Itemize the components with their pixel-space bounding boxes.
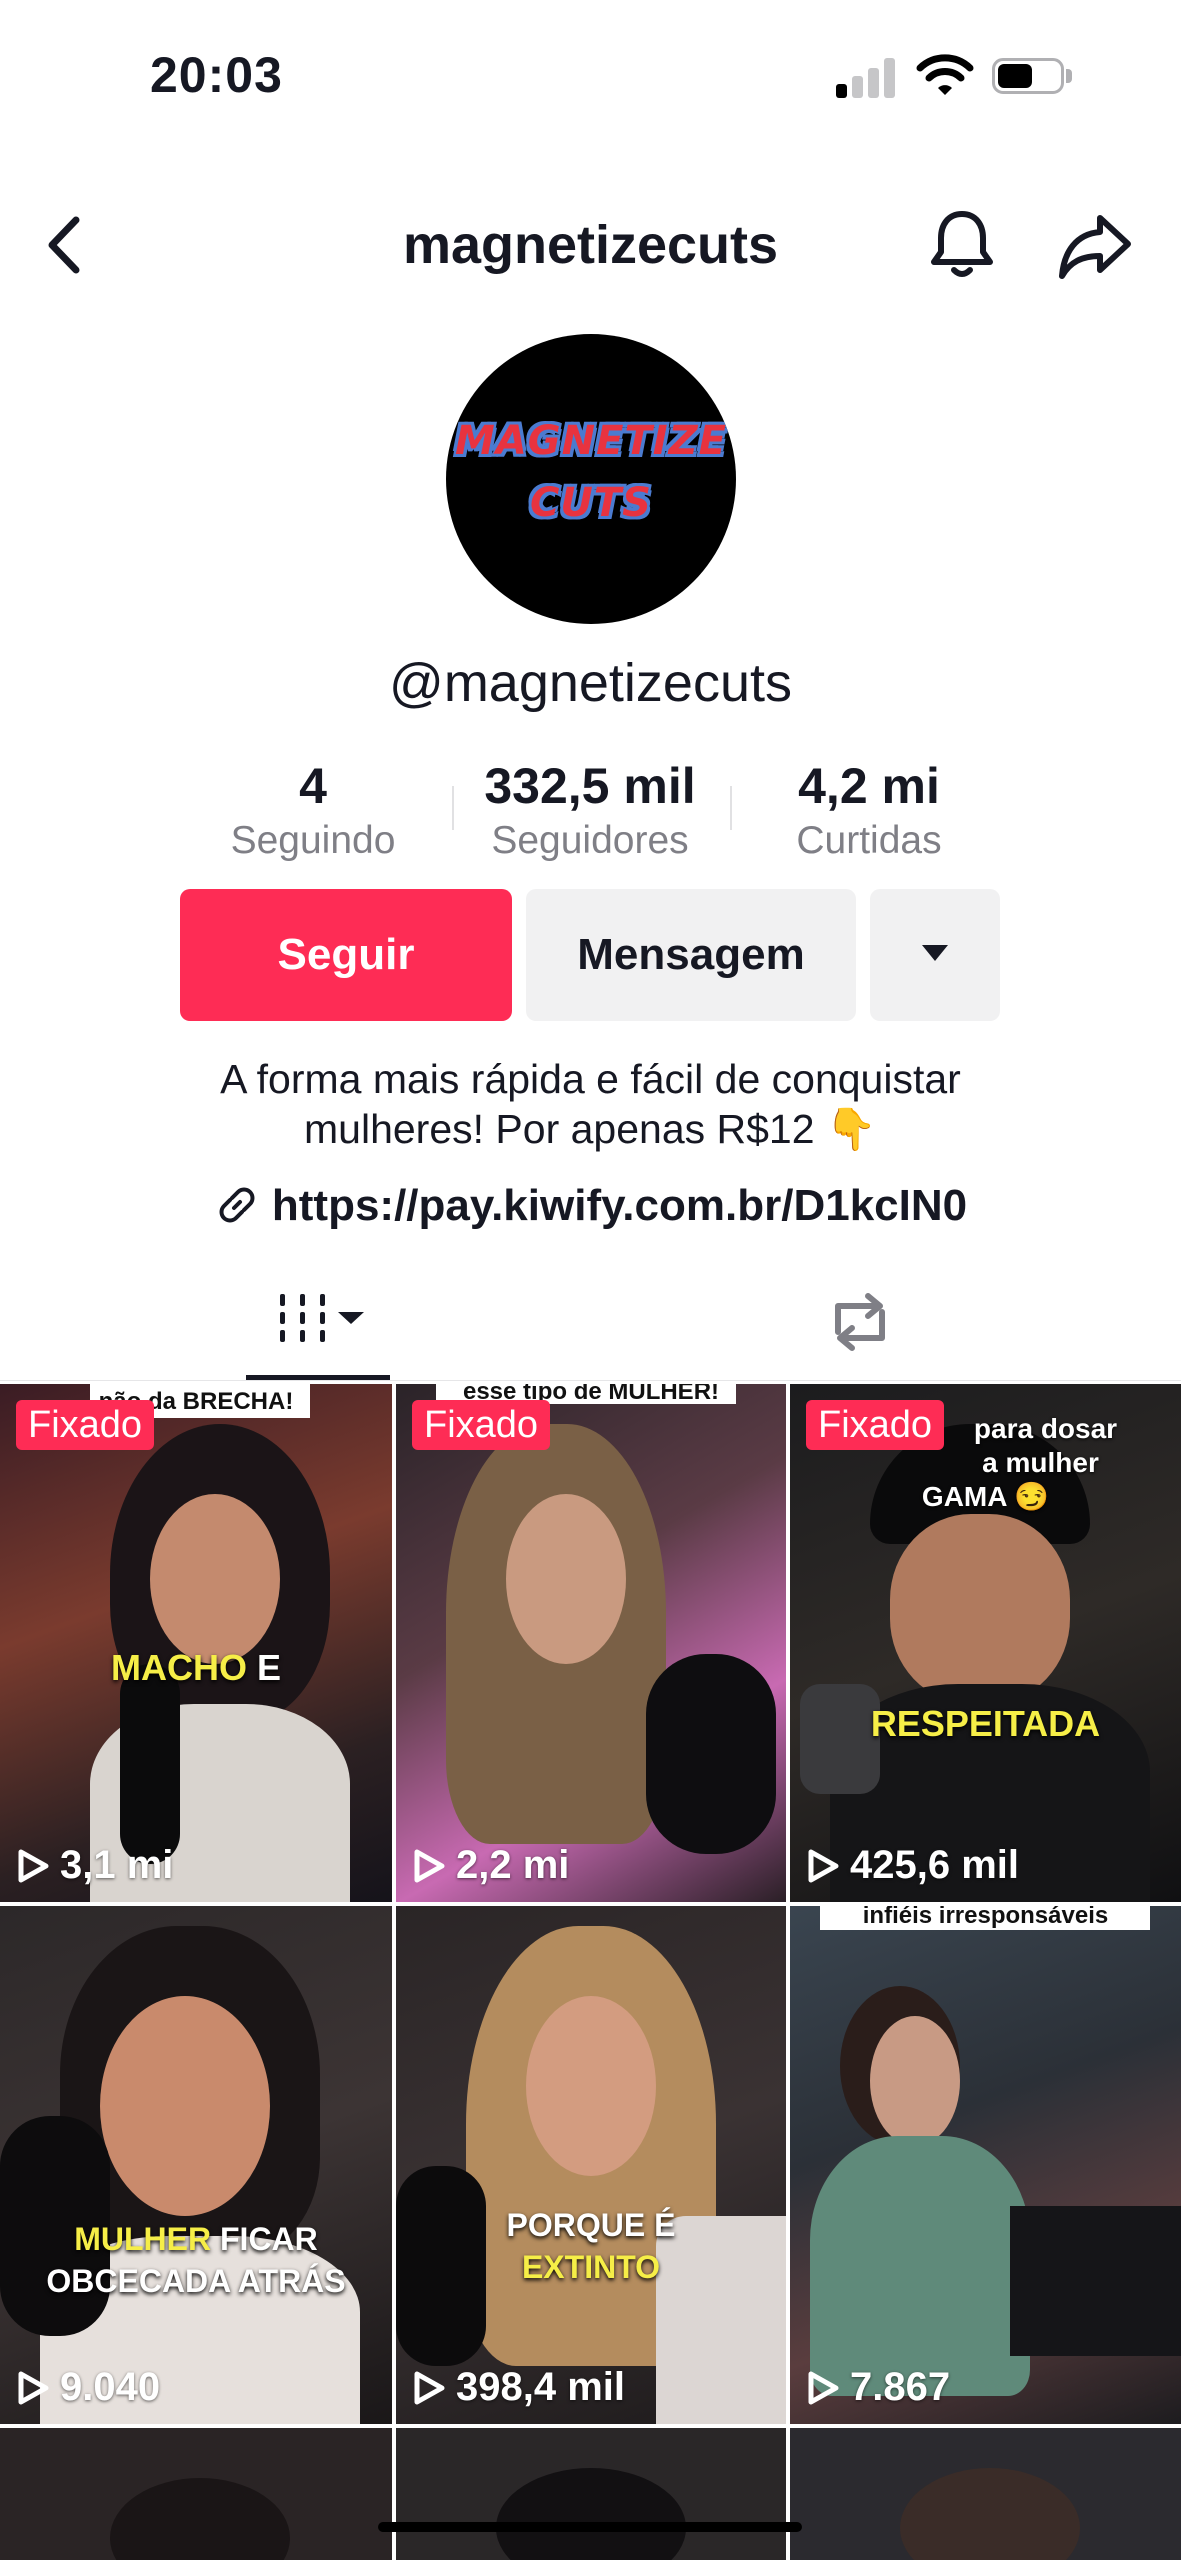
video-caption: MACHO E bbox=[111, 1647, 281, 1688]
status-time: 20:03 bbox=[150, 47, 283, 103]
video-views: 9.040 bbox=[16, 2362, 160, 2412]
share-icon[interactable] bbox=[1056, 210, 1134, 282]
video-thumbnail[interactable] bbox=[0, 2428, 392, 2560]
microphone-shape bbox=[120, 1664, 180, 1864]
home-indicator bbox=[378, 2522, 802, 2532]
video-thumbnail[interactable]: PORQUE É EXTINTO 398,4 mil bbox=[396, 1906, 786, 2424]
thumbnail-face bbox=[506, 1494, 626, 1664]
message-button[interactable]: Mensagem bbox=[526, 889, 856, 1021]
video-views: 425,6 mil bbox=[806, 1840, 1019, 1890]
stat-divider bbox=[730, 786, 732, 830]
stat-followers-value: 332,5 mil bbox=[484, 758, 696, 814]
video-thumbnail[interactable]: MULHER FICAR OBCECADA ATRÁS 9.040 bbox=[0, 1906, 392, 2424]
bio-line: mulheres! Por apenas R$12 👇 bbox=[304, 1106, 877, 1152]
grid-icon[interactable] bbox=[246, 1284, 390, 1380]
thumbnail-figure bbox=[110, 2478, 290, 2560]
thumbnail-figure bbox=[496, 2468, 686, 2560]
video-top-text: infiéis irresponsáveis bbox=[862, 1906, 1109, 1929]
play-icon bbox=[18, 2371, 49, 2405]
stat-likes[interactable]: 4,2 mi Curtidas bbox=[756, 756, 982, 866]
video-views: 398,4 mil bbox=[412, 2362, 625, 2412]
thumbnail-face bbox=[526, 1996, 656, 2176]
stat-likes-label: Curtidas bbox=[796, 819, 942, 862]
video-caption: MULHER FICAR OBCECADA ATRÁS bbox=[46, 2221, 346, 2299]
stat-likes-value: 4,2 mi bbox=[798, 758, 940, 814]
video-views: 7.867 bbox=[806, 2362, 950, 2412]
bio-line: A forma mais rápida e fácil de conquista… bbox=[220, 1056, 961, 1102]
video-thumbnail[interactable]: não da BRECHA! MACHO E Fixado 3,1 mi bbox=[0, 1384, 392, 1902]
page-title: magnetizecuts bbox=[402, 215, 779, 275]
tab-bar-border bbox=[0, 1380, 1181, 1381]
thumbnail-face bbox=[100, 1996, 270, 2216]
repost-icon[interactable] bbox=[824, 1290, 896, 1354]
microphone-shape bbox=[646, 1654, 776, 1854]
link-icon bbox=[219, 1187, 255, 1223]
follow-button[interactable]: Seguir bbox=[180, 889, 512, 1021]
battery-icon bbox=[992, 58, 1074, 98]
video-thumbnail[interactable]: infiéis irresponsáveis 7.867 bbox=[790, 1906, 1181, 2424]
stat-following-value: 4 bbox=[299, 758, 327, 814]
video-caption: RESPEITADA bbox=[870, 1703, 1101, 1744]
more-options-button[interactable] bbox=[870, 889, 1000, 1021]
thumbnail-figure bbox=[900, 2468, 1080, 2560]
play-icon bbox=[414, 2371, 445, 2405]
thumbnail-desk bbox=[1010, 2206, 1181, 2356]
stat-following-label: Seguindo bbox=[230, 819, 396, 862]
thumbnail-face bbox=[870, 2016, 960, 2146]
video-thumbnail[interactable] bbox=[396, 2428, 786, 2560]
video-thumbnail[interactable]: esse tipo de MULHER! Fixado 2,2 mi bbox=[396, 1384, 786, 1902]
stat-followers[interactable]: 332,5 mil Seguidores bbox=[470, 756, 710, 866]
video-views: 3,1 mi bbox=[16, 1840, 173, 1890]
play-icon bbox=[808, 1849, 839, 1883]
pinned-badge: Fixado bbox=[806, 1400, 945, 1450]
video-thumbnail[interactable] bbox=[790, 2428, 1181, 2560]
avatar-logo-line2: CUTS bbox=[530, 480, 652, 526]
pinned-badge: Fixado bbox=[16, 1400, 155, 1450]
bell-icon[interactable] bbox=[926, 206, 998, 282]
video-thumbnail[interactable]: para dosar a mulher GAMA 😏 RESPEITADA Fi… bbox=[790, 1384, 1181, 1902]
profile-handle: @magnetizecuts bbox=[389, 653, 792, 713]
avatar-logo-line1: MAGNETIZE bbox=[455, 418, 727, 464]
thumbnail-face bbox=[890, 1514, 1070, 1704]
stat-following[interactable]: 4 Seguindo bbox=[200, 756, 426, 866]
play-icon bbox=[808, 2371, 839, 2405]
profile-link[interactable]: https://pay.kiwify.com.br/D1kcIN0 bbox=[0, 1176, 1181, 1236]
thumbnail-body bbox=[810, 2136, 1030, 2396]
video-views: 2,2 mi bbox=[412, 1840, 569, 1890]
avatar[interactable]: MAGNETIZE CUTS bbox=[446, 334, 736, 624]
wifi-icon bbox=[916, 54, 974, 95]
stat-followers-label: Seguidores bbox=[491, 819, 689, 862]
stat-divider bbox=[452, 786, 454, 830]
profile-link-text[interactable]: https://pay.kiwify.com.br/D1kcIN0 bbox=[272, 1181, 967, 1230]
pinned-badge: Fixado bbox=[412, 1400, 551, 1450]
play-icon bbox=[18, 1849, 49, 1883]
play-icon bbox=[414, 1849, 445, 1883]
caret-down-icon bbox=[922, 945, 948, 961]
video-caption: PORQUE É EXTINTO bbox=[506, 2207, 676, 2285]
cellular-signal-icon bbox=[836, 56, 900, 98]
profile-bio: A forma mais rápida e fácil de conquista… bbox=[0, 1054, 1181, 1154]
thumbnail-face bbox=[150, 1494, 280, 1664]
